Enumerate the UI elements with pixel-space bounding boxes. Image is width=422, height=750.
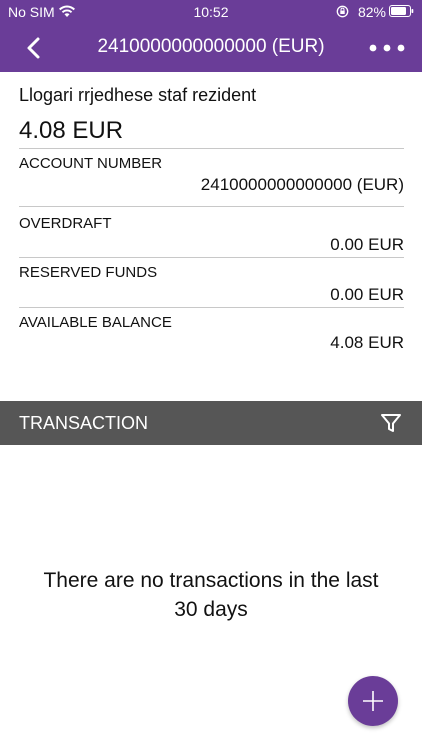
back-chevron-icon[interactable] xyxy=(24,36,44,60)
account-number-value: 2410000000000000 (EUR) xyxy=(200,175,404,194)
overdraft-label: OVERDRAFT xyxy=(19,215,112,232)
divider xyxy=(19,257,404,258)
reserved-funds-label: RESERVED FUNDS xyxy=(19,264,158,281)
battery-icon xyxy=(389,5,414,17)
account-balance: 4.08 EUR xyxy=(19,117,124,144)
transaction-section-header: TRANSACTION xyxy=(0,401,422,445)
nav-bar: 2410000000000000 (EUR) xyxy=(0,24,422,72)
nav-title: 2410000000000000 (EUR) xyxy=(97,36,325,57)
battery-percent: 82% xyxy=(357,4,386,20)
divider xyxy=(19,148,404,149)
available-balance-value: 4.08 EUR xyxy=(330,333,404,352)
app-header: No SIM 10:52 82% 2410000000000000 (EUR) xyxy=(0,0,422,72)
overdraft-value: 0.00 EUR xyxy=(330,235,404,254)
plus-icon xyxy=(363,691,383,711)
empty-transactions-message: There are no transactions in the last 30… xyxy=(0,566,422,624)
empty-message-line-1: There are no transactions in the last xyxy=(43,569,379,592)
filter-icon[interactable] xyxy=(380,412,402,434)
add-button[interactable] xyxy=(348,676,398,726)
status-bar: No SIM 10:52 82% xyxy=(0,0,422,24)
reserved-funds-value: 0.00 EUR xyxy=(330,285,404,304)
available-balance-label: AVAILABLE BALANCE xyxy=(19,314,172,331)
account-number-label: ACCOUNT NUMBER xyxy=(19,155,163,172)
rotation-lock-icon xyxy=(336,5,349,18)
more-dots-icon[interactable] xyxy=(368,39,406,57)
transaction-section-title: TRANSACTION xyxy=(19,413,149,433)
divider xyxy=(19,307,404,308)
empty-message-line-2: 30 days xyxy=(174,598,248,621)
account-name: Llogari rrjedhese staf rezident xyxy=(19,85,257,105)
divider xyxy=(19,206,404,207)
